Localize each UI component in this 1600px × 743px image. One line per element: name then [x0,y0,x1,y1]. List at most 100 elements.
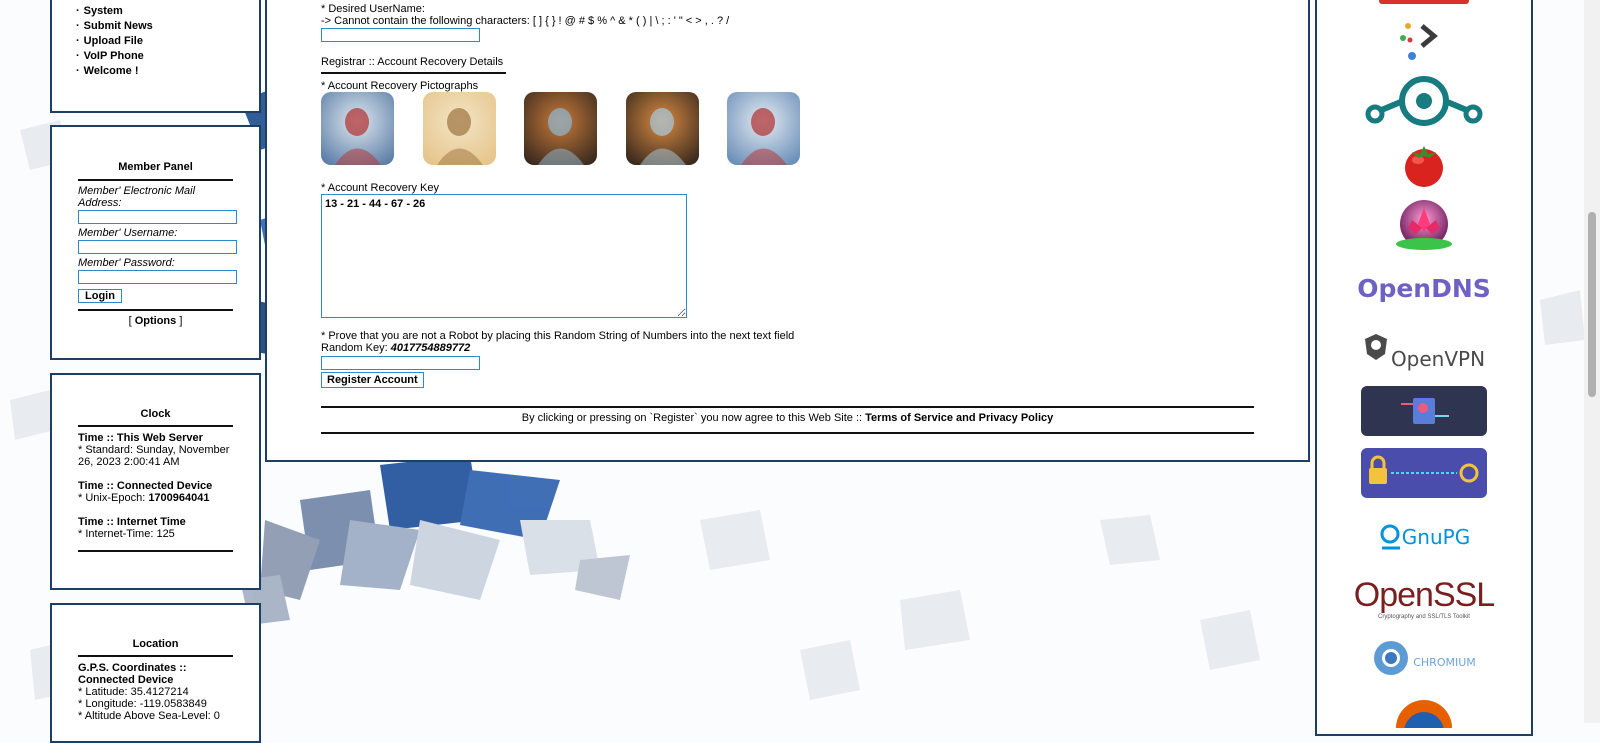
openssl-logo[interactable]: OpenSSL Cryptography and SSL/TLS Toolkit [1317,576,1531,622]
red-logo-fragment[interactable] [1317,0,1531,8]
login-button[interactable]: Login [78,289,122,303]
pictograph-image [626,92,699,165]
old-man-pictograph-2[interactable] [626,92,699,165]
chromium-icon [1374,641,1409,675]
agreement-text: By clicking or pressing on `Register` yo… [521,412,866,424]
internet-time-value: * Internet-Time: 125 [78,528,175,540]
chromium-wordmark: CHROMIUM [1413,655,1476,669]
gnupg-wordmark: GnuPG [1401,525,1471,549]
location-title: Location [132,638,179,650]
longitude-value: * Longitude: -119.0583849 [78,698,207,710]
scrollbar-thumb[interactable] [1588,212,1596,397]
lotus-icon [1396,200,1452,250]
terms-link[interactable]: Terms of Service and Privacy Policy [865,412,1053,424]
username-rule-text: -> Cannot contain the following characte… [321,15,730,27]
nav-item-upload-file[interactable]: Upload File [76,34,259,49]
pictograph-image [423,92,496,165]
key-lock-icon [1361,448,1487,498]
password-label: Member' Password: [78,257,175,269]
unix-epoch-value: 1700964041 [148,492,210,504]
agreement-row: By clicking or pressing on `Register` yo… [321,412,1254,424]
member-panel-title: Member Panel [118,161,193,173]
nav-item-welcome[interactable]: Welcome ! [76,64,259,79]
options-row: [ Options ] [78,315,233,327]
random-key-input[interactable] [321,356,480,370]
goddess-pictograph[interactable] [423,92,496,165]
chromium-logo[interactable]: CHROMIUM [1317,638,1531,678]
username-rules: * Desired UserName: -> Cannot contain th… [321,3,729,27]
prompt-logo[interactable] [1317,16,1531,62]
section-divider [321,72,506,74]
opendns-wordmark: OpenDNS [1357,273,1491,303]
dancer-pictograph-2[interactable] [727,92,800,165]
email-label: Member' Electronic Mail Address: [78,185,196,209]
lineageos-logo[interactable] [1317,76,1531,126]
pictograph-image [727,92,800,165]
location-panel: Location G.P.S. Coordinates :: Connected… [50,603,261,743]
agreement-top-divider [321,406,1254,408]
nav-item-submit-news[interactable]: Submit News [76,19,259,34]
recovery-section-header: Registrar :: Account Recovery Details [321,56,503,68]
page-scrollbar[interactable] [1584,0,1600,723]
lotus-logo[interactable] [1317,198,1531,254]
random-key-value: 4017754889772 [390,342,471,354]
random-key-label: Random Key: [321,342,391,354]
openvpn-logo[interactable]: OpenVPN [1317,334,1531,374]
sponsor-logos-panel: OpenDNS OpenVPN GnuPG OpenSSL Cryptograp… [1315,0,1533,736]
prompt-chevron-icon [1400,23,1438,60]
altitude-value: * Altitude Above Sea-Level: 0 [78,710,220,722]
tomato-icon [1405,146,1443,187]
encryption-logo-2[interactable] [1317,448,1531,498]
divider [78,655,233,657]
device-time-heading: Time :: Connected Device [78,480,213,492]
internet-time-heading: Time :: Internet Time [78,516,186,528]
nav-panel: System Submit News Upload File VoIP Phon… [50,0,261,113]
clock-title: Clock [140,408,171,420]
nav-list: System Submit News Upload File VoIP Phon… [52,0,259,79]
server-time-heading: Time :: This Web Server [78,432,203,444]
divider [78,179,233,181]
nav-item-system[interactable]: System [76,4,259,19]
firefox-logo[interactable] [1317,698,1531,728]
old-man-pictograph[interactable] [524,92,597,165]
pictograph-image [524,92,597,165]
openvpn-wordmark: OpenVPN [1390,347,1486,371]
openvpn-shield-icon [1364,334,1387,360]
dancer-pictograph[interactable] [321,92,394,165]
tomato-logo[interactable] [1317,140,1531,188]
section-title: Registrar :: Account Recovery Details [321,56,504,68]
options-link[interactable]: Options [135,315,177,327]
nav-item-voip-phone[interactable]: VoIP Phone [76,49,259,64]
username-field[interactable] [78,240,237,254]
recovery-key-textarea[interactable]: 13 - 21 - 44 - 67 - 26 [321,194,687,318]
recovery-key-label: * Account Recovery Key [321,182,440,194]
clock-panel: Clock Time :: This Web Server * Standard… [50,373,261,590]
desired-username-input[interactable] [321,28,480,42]
desired-username-label: * Desired UserName: [321,3,425,15]
encryption-logo-1[interactable] [1317,386,1531,436]
registration-panel: * Desired UserName: -> Cannot contain th… [265,0,1310,462]
lineageos-icon [1365,76,1483,126]
register-account-button[interactable]: Register Account [321,372,424,388]
openssl-wordmark: OpenSSL [1353,576,1495,614]
gps-heading: G.P.S. Coordinates :: Connected Device [78,662,187,686]
server-time-value: * Standard: Sunday, November 26, 2023 2:… [78,444,230,468]
pictograph-image [321,92,394,165]
firefox-icon [1396,700,1452,728]
member-panel: Member Panel Member' Electronic Mail Add… [50,125,261,360]
username-label: Member' Username: [78,227,178,239]
gnupg-logo[interactable]: GnuPG [1317,520,1531,554]
gnupg-key-icon [1380,524,1400,550]
email-field[interactable] [78,210,237,224]
latitude-value: * Latitude: 35.4127214 [78,686,189,698]
divider [78,309,233,311]
opendns-logo[interactable]: OpenDNS [1317,270,1531,306]
unix-epoch-prefix: * Unix-Epoch: [78,492,149,504]
divider [78,550,233,552]
pictographs-label: * Account Recovery Pictographs [321,80,479,92]
encrypted-lock-icon [1361,386,1487,436]
password-field[interactable] [78,270,237,284]
openssl-tagline: Cryptography and SSL/TLS Toolkit [1378,614,1470,620]
robot-check: * Prove that you are not a Robot by plac… [321,330,794,354]
divider [78,425,233,427]
